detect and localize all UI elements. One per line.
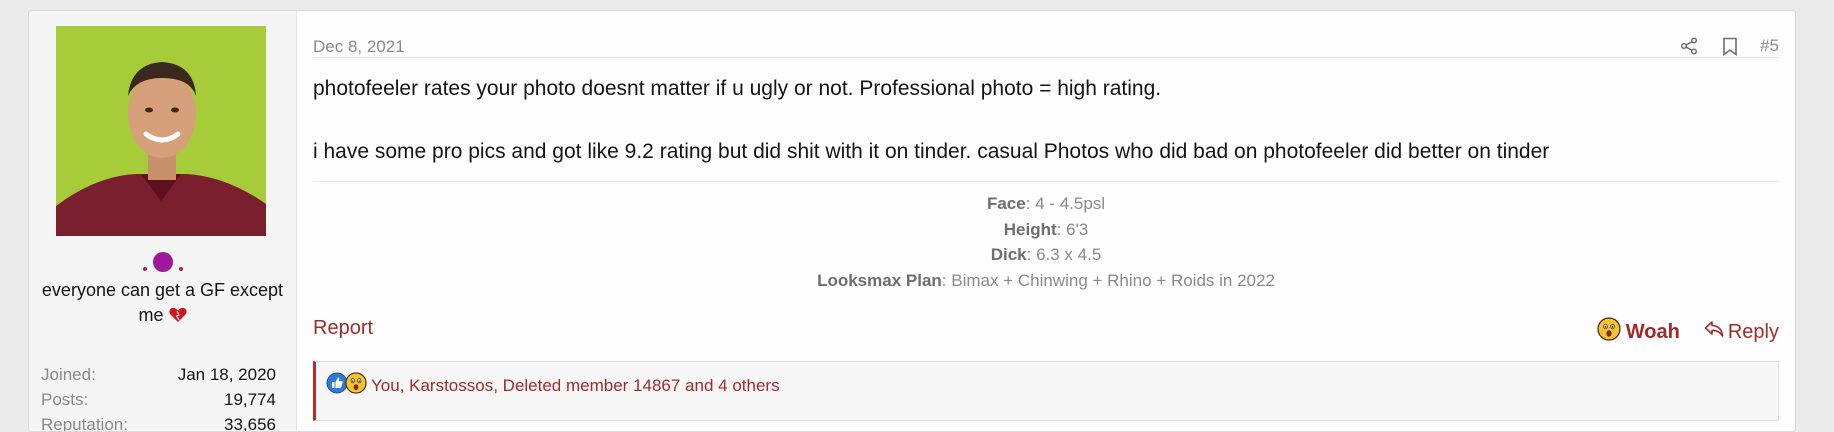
user-stats: Joined: Jan 18, 2020 Posts: 19,774 Reput… [41, 362, 276, 432]
stat-label: Joined: [41, 365, 96, 384]
bookmark-icon[interactable] [1719, 35, 1741, 57]
post-date[interactable]: Dec 8, 2021 [313, 37, 405, 57]
post-header-actions: #5 [1678, 35, 1779, 57]
post-number-link[interactable]: #5 [1760, 36, 1779, 56]
reply-button[interactable]: Reply [1704, 320, 1779, 344]
stat-value: 19,774 [224, 390, 276, 409]
message-paragraph: photofeeler rates your photo doesnt matt… [313, 77, 1162, 100]
post-main: Dec 8, 2021 #5 photofeeler rates your ph… [313, 11, 1779, 431]
share-icon[interactable] [1678, 35, 1700, 57]
signature-label: Dick [990, 245, 1027, 264]
reactions-summary[interactable]: You, Karstossos, Deleted member 14867 an… [371, 376, 780, 396]
signature-value: : 6.3 x 4.5 [1026, 245, 1102, 264]
signature-label: Looksmax Plan [817, 270, 942, 290]
heart-icon [152, 251, 174, 278]
dot-left [142, 267, 147, 271]
woah-reaction-button[interactable]: Woah [1597, 317, 1680, 347]
woah-reaction-icon [345, 372, 367, 399]
user-custom-title: everyone can get a GF except me [29, 278, 296, 328]
signature-line: Looksmax Plan: Bimax + Chinwing + Rhino … [313, 268, 1779, 294]
user-banner-mark [29, 249, 296, 279]
reply-label: Reply [1727, 320, 1779, 343]
stat-value: 33,656 [224, 415, 276, 432]
signature-value: : Bimax + Chinwing + Rhino + Roids in 20… [941, 270, 1275, 290]
woah-label: Woah [1625, 320, 1680, 343]
stat-label: Posts: [41, 390, 89, 409]
signature-label: Face [986, 194, 1026, 213]
forum-post: everyone can get a GF except me Joined: … [28, 10, 1796, 432]
stat-joined: Joined: Jan 18, 2020 [41, 362, 276, 387]
signature-value: : 4 - 4.5psl [1025, 194, 1106, 213]
signature-line: Height: 6'3 [313, 217, 1779, 243]
dot-right [178, 267, 183, 271]
user-avatar[interactable] [56, 26, 266, 236]
message-paragraph: i have some pro pics and got like 9.2 ra… [313, 140, 1550, 163]
stat-posts: Posts: 19,774 [41, 387, 276, 412]
stat-value: Jan 18, 2020 [177, 365, 276, 384]
signature-value: : 6'3 [1056, 219, 1089, 239]
user-signature: Face: 4 - 4.5psl Height: 6'3 Dick: 6.3 x… [313, 181, 1779, 293]
user-title-text: everyone can get a GF except me [41, 280, 284, 325]
reactions-list[interactable]: You, Karstossos, Deleted member 14867 an… [326, 372, 780, 399]
user-panel: everyone can get a GF except me Joined: … [29, 11, 297, 431]
reactions-bar: You, Karstossos, Deleted member 14867 an… [313, 361, 1779, 421]
signature-line: Face: 4 - 4.5psl [313, 191, 1779, 217]
post-message: photofeeler rates your photo doesnt matt… [313, 74, 1779, 167]
post-footer-actions: Woah Reply [1597, 317, 1779, 347]
reply-icon [1704, 320, 1728, 344]
red-heart-icon [168, 305, 187, 325]
stat-reputation: Reputation: 33,656 [41, 412, 276, 432]
stat-label: Reputation: [41, 415, 128, 432]
signature-line: Dick: 6.3 x 4.5 [313, 242, 1779, 268]
post-header: Dec 8, 2021 #5 [313, 23, 1779, 58]
woah-emoji-icon [1597, 317, 1621, 347]
reaction-icons [326, 372, 367, 399]
avatar-image [56, 26, 266, 236]
signature-label: Height [1003, 219, 1057, 239]
report-link[interactable]: Report [313, 317, 373, 340]
